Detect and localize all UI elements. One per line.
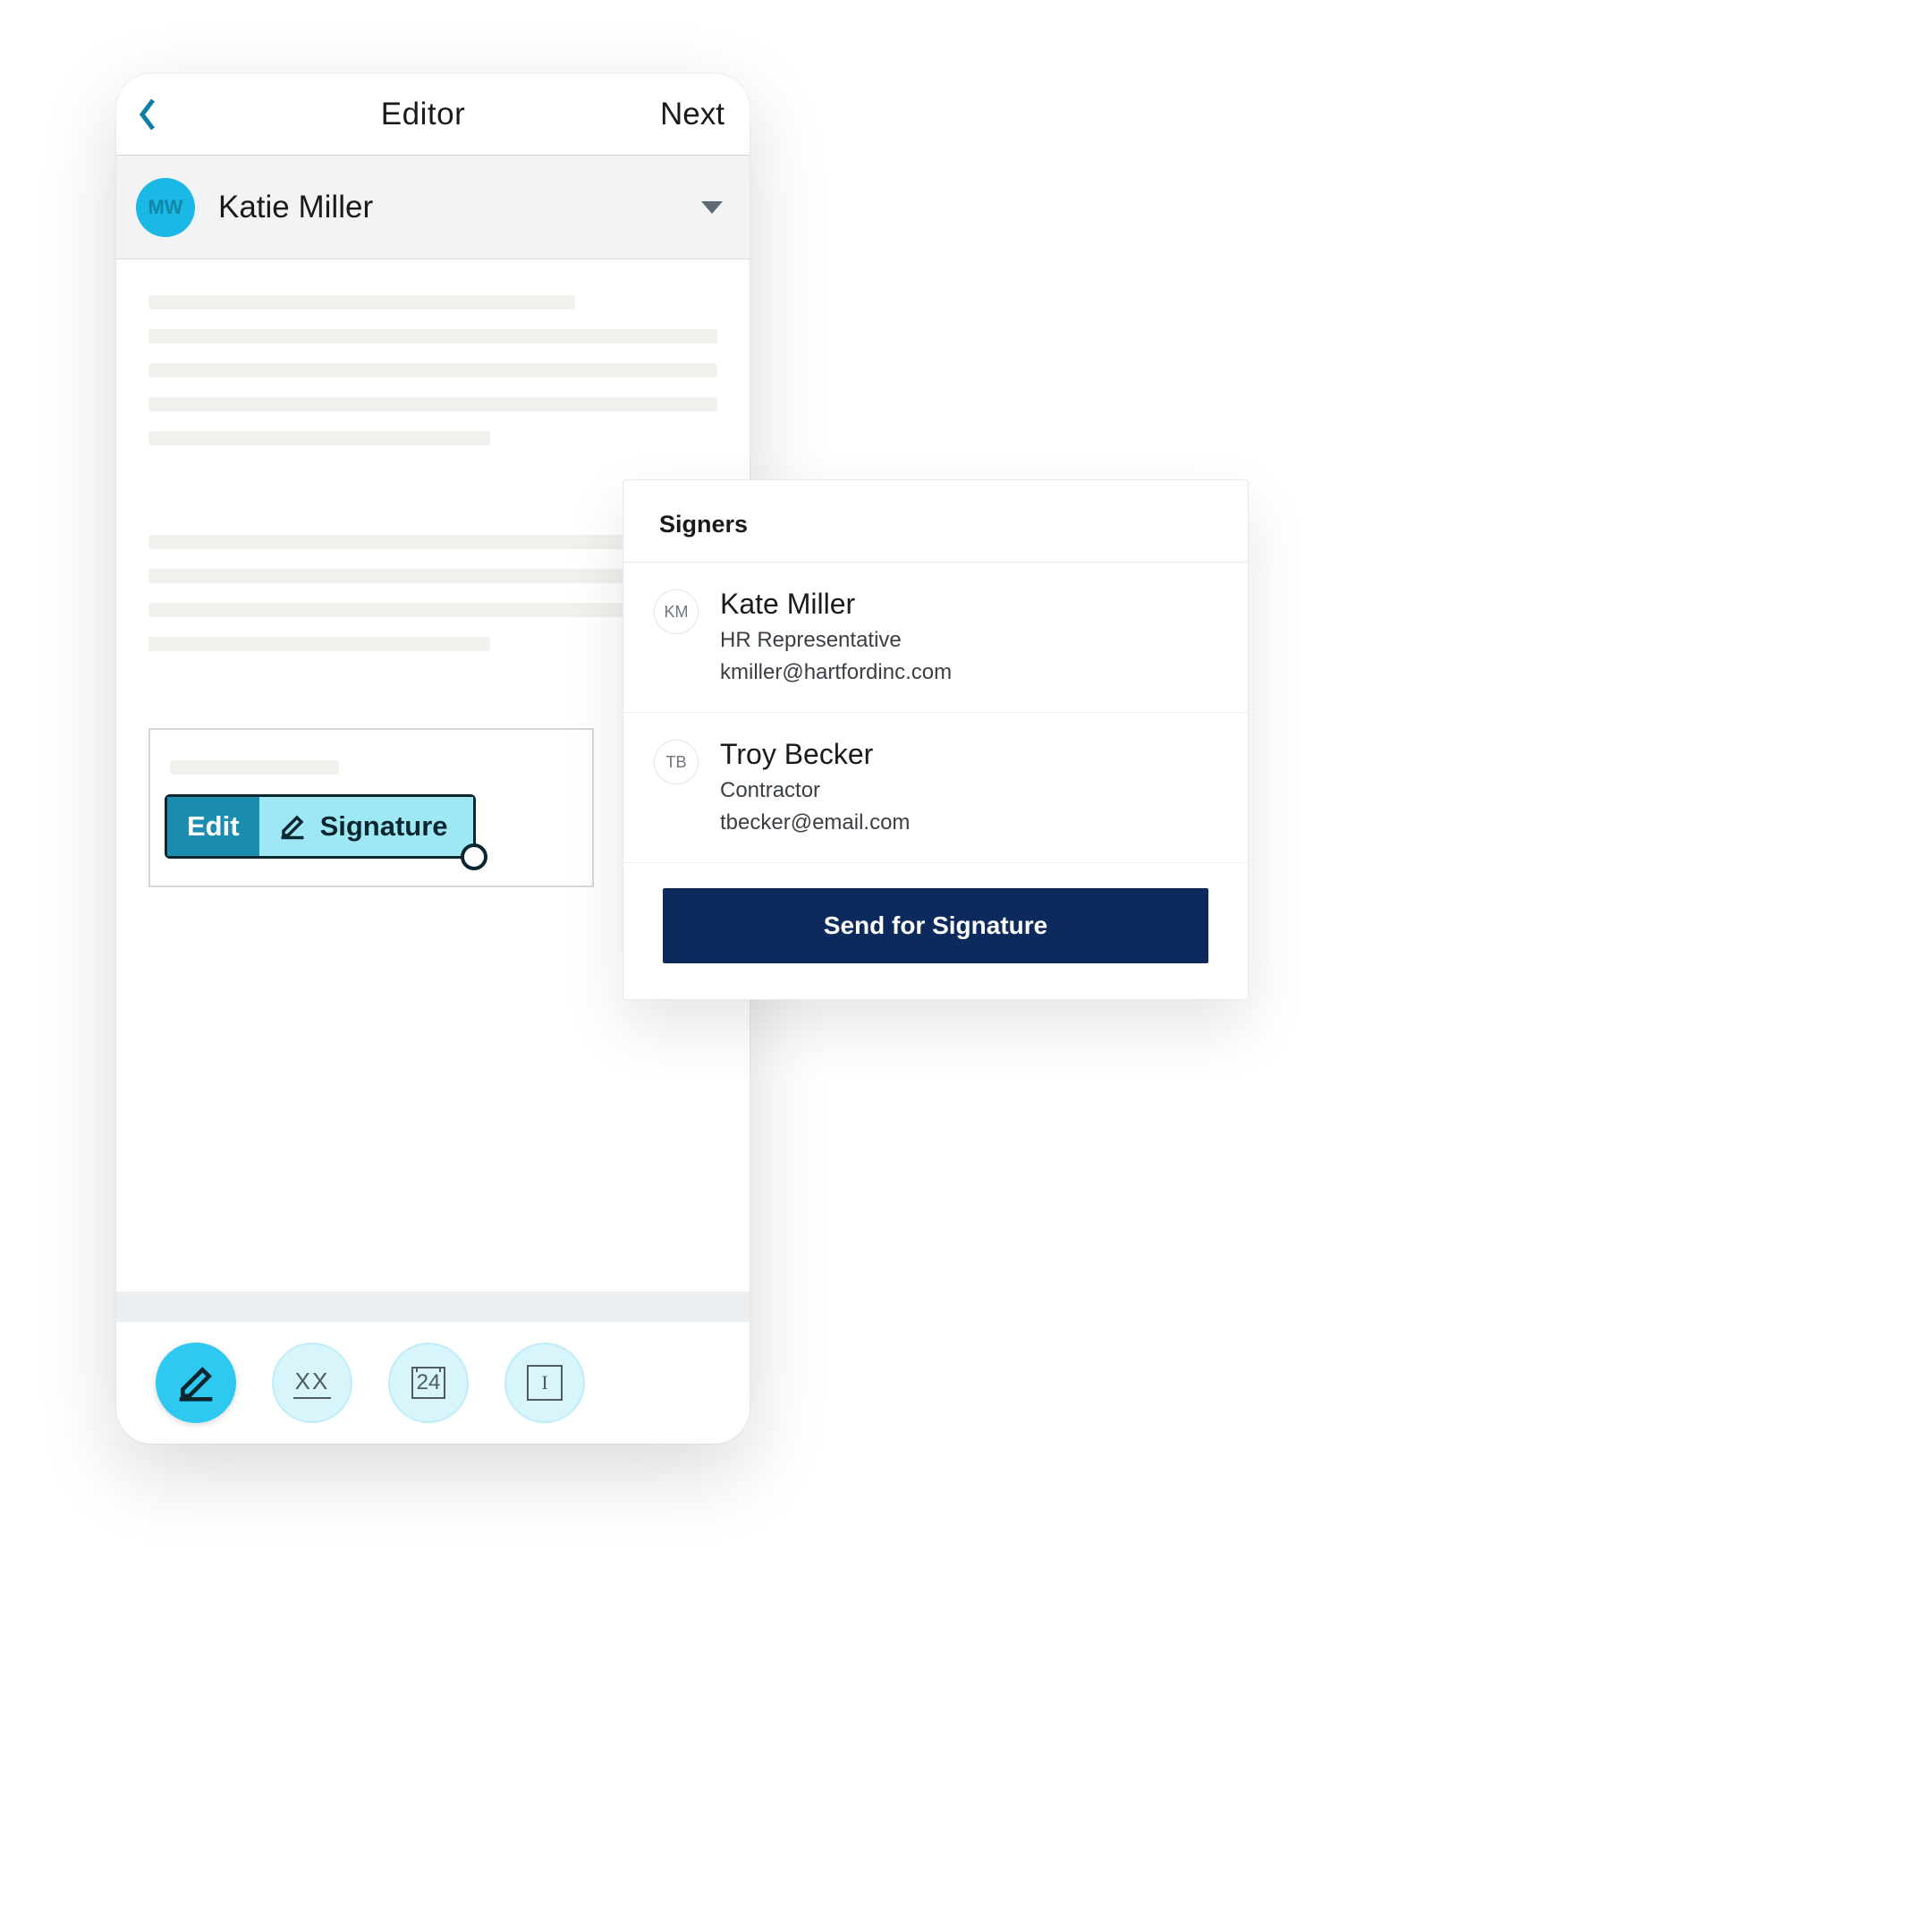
recipient-name: Katie Miller [218,190,701,225]
next-button[interactable]: Next [660,97,724,132]
signer-role: Contractor [720,778,910,803]
signature-field-chip[interactable]: Edit Signature [165,794,476,859]
signer-email: kmiller@hartfordinc.com [720,660,952,685]
editor-header: Editor Next [116,73,750,156]
signer-row[interactable]: TB Troy Becker Contractor tbecker@email.… [623,713,1248,863]
pencil-icon [279,813,306,840]
signature-field-label[interactable]: Signature [259,797,473,856]
signer-role: HR Representative [720,628,952,653]
back-button[interactable] [136,97,186,132]
resize-handle[interactable] [461,843,487,870]
page-title: Editor [381,97,465,132]
chevron-down-icon [701,201,723,214]
tool-signature[interactable] [156,1343,236,1423]
tool-date[interactable]: 24 [388,1343,469,1423]
pencil-icon [176,1363,216,1402]
tool-initials[interactable]: XX [272,1343,352,1423]
signer-email: tbecker@email.com [720,810,910,835]
signer-name: Kate Miller [720,588,952,621]
field-toolbar: XX 24 I [116,1322,750,1444]
tool-text[interactable]: I [504,1343,585,1423]
signature-field-region[interactable]: Edit Signature [148,728,594,887]
placeholder-line [170,760,339,775]
signer-row[interactable]: KM Kate Miller HR Representative kmiller… [623,563,1248,713]
placeholder-line [148,637,490,651]
placeholder-line [148,431,490,445]
edit-field-button[interactable]: Edit [167,797,259,856]
placeholder-line [148,295,575,309]
avatar: TB [654,740,699,784]
calendar-icon: 24 [411,1367,446,1399]
send-for-signature-button[interactable]: Send for Signature [663,888,1208,963]
placeholder-line [148,329,717,343]
chevron-left-icon [136,97,159,132]
avatar: KM [654,589,699,634]
signer-name: Troy Becker [720,738,910,771]
avatar: MW [136,178,195,237]
text-icon: I [527,1365,563,1401]
placeholder-line [148,397,717,411]
recipient-selector[interactable]: MW Katie Miller [116,156,750,259]
initials-icon: XX [293,1368,332,1399]
signers-title: Signers [623,480,1248,563]
placeholder-line [148,363,717,377]
divider-band [116,1292,750,1322]
signers-panel: Signers KM Kate Miller HR Representative… [623,479,1249,1000]
